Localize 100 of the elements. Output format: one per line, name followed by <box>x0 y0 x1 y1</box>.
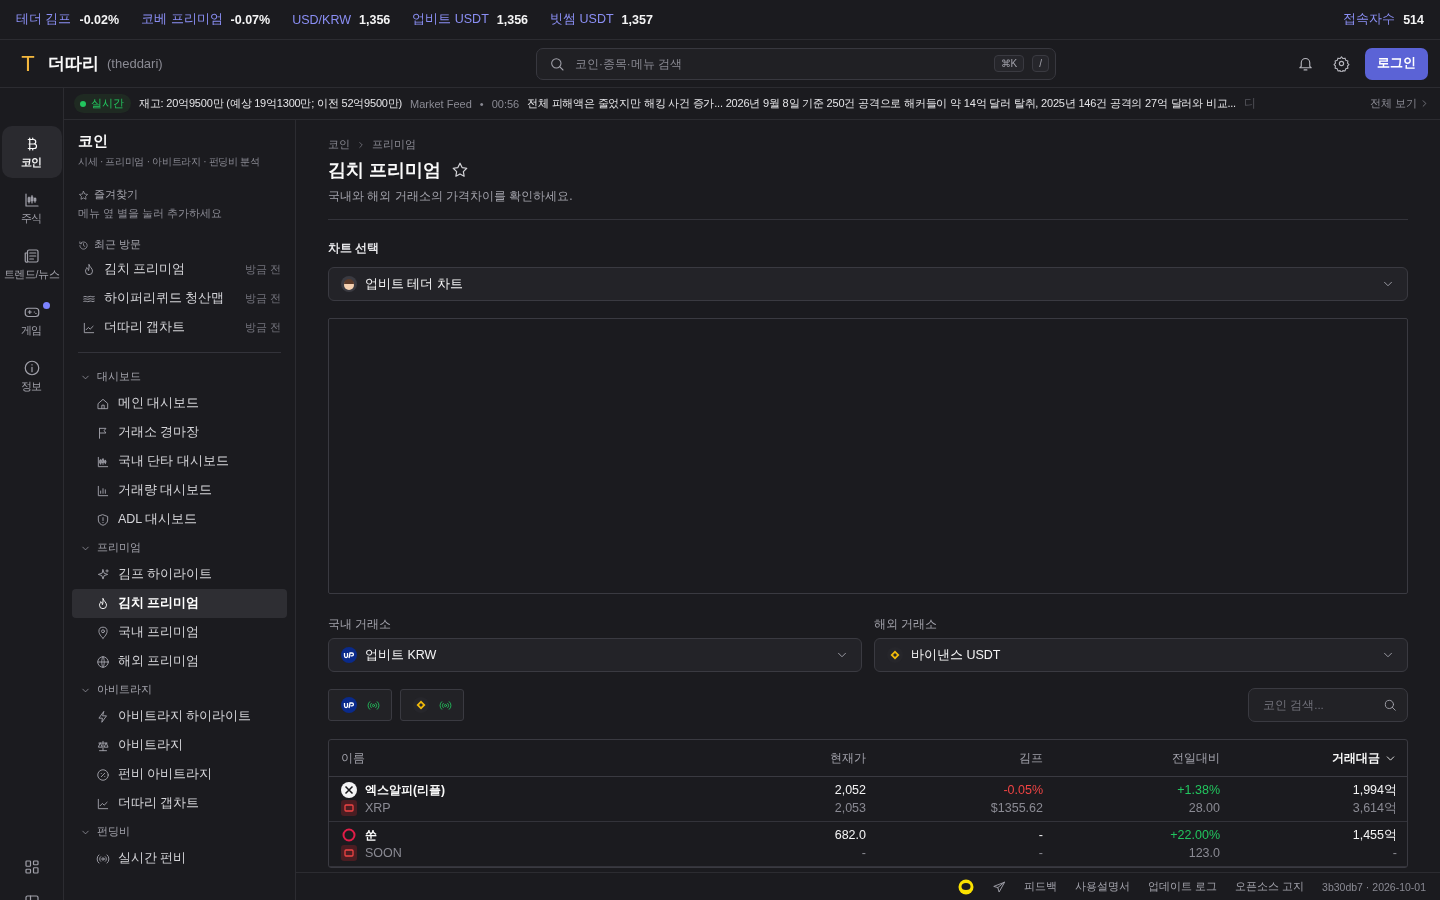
ticker-value: 1,357 <box>621 12 653 27</box>
visitors-label: 접속자수 <box>1343 11 1396 28</box>
change-cell-text: +1.38% <box>1177 782 1220 799</box>
field-label: 해외 거래소 <box>874 616 939 633</box>
price-cell-text: - <box>861 845 866 862</box>
nav-item[interactable]: ADL 대시보드 <box>72 505 287 534</box>
coin-search-field[interactable]: 코인 검색... <box>1261 689 1383 721</box>
ticker-label: 코베 프리미엄 <box>141 11 223 28</box>
nav-item[interactable]: 더따리 갭차트 <box>72 789 287 818</box>
logo[interactable]: T <box>16 49 40 78</box>
volume-cell-text: 1,455억 <box>1352 827 1397 844</box>
recent-label: 최근 방문 <box>94 238 141 252</box>
coin-name: 쑨 <box>365 827 377 844</box>
nav-item[interactable]: 펀비 아비트라지 <box>72 760 287 789</box>
brand-name: 더따리 <box>48 53 99 75</box>
visit-time: 방금 전 <box>245 262 281 277</box>
price-cell-text: $1355.62 <box>990 800 1043 817</box>
column-header[interactable]: 이름 <box>341 750 686 766</box>
news-time: 00:56 <box>491 97 520 110</box>
rail-tab[interactable]: 트렌드/뉴스 <box>1 238 62 290</box>
chart-dropdown[interactable]: 업비트 테더 차트 <box>328 267 1408 301</box>
exchange-dropdown[interactable]: 바이낸스 USDT <box>874 638 1408 672</box>
search-field[interactable]: 코인·종목·메뉴 검색 <box>573 48 986 79</box>
login-button[interactable]: 로그인 <box>1365 47 1428 80</box>
nav-item[interactable]: 실시간 펀비 <box>72 844 287 873</box>
breadcrumb-link[interactable]: 프리미엄 <box>372 138 416 152</box>
ticker-label: 업비트 USDT <box>412 11 489 28</box>
change-cell-text: 28.00 <box>1188 800 1220 817</box>
change-cell-text: 123.0 <box>1188 845 1220 862</box>
search-box[interactable]: 코인·종목·메뉴 검색 ⌘K / <box>536 47 1056 80</box>
group-header[interactable]: 프리미엄 <box>72 536 149 560</box>
ticker-value: -0.02% <box>79 12 120 27</box>
column-header[interactable]: 거래대금 <box>1220 750 1397 766</box>
nav-item[interactable]: 김치 프리미엄 <box>72 589 287 618</box>
footer-link[interactable]: 사용설명서 <box>1075 879 1131 894</box>
coin-symbol: XRP <box>365 800 391 817</box>
coin-search-box[interactable]: 코인 검색... <box>1248 688 1408 722</box>
rail-tab[interactable]: 주식 <box>1 182 62 234</box>
view-all-link[interactable]: 전체 보기 <box>1361 96 1430 111</box>
group-header[interactable]: 대시보드 <box>72 365 149 389</box>
volume-cell-text: 3,614억 <box>1352 800 1397 817</box>
news-source: Market Feed <box>410 97 472 110</box>
nav-item[interactable]: 아비트라지 하이라이트 <box>72 702 287 731</box>
page-title: 김치 프리미엄 <box>328 159 441 182</box>
nav-item[interactable]: 거래량 대시보드 <box>72 476 287 505</box>
section-title: 코인 <box>77 132 109 151</box>
price-cell-text: 2,052 <box>834 782 866 799</box>
visit-time: 방금 전 <box>245 320 281 335</box>
rail-tab[interactable]: 정보 <box>1 350 62 402</box>
price-cell-text: - <box>1038 845 1043 862</box>
coin-name: 엑스알피(리플) <box>365 782 445 799</box>
footer-link[interactable]: 업데이트 로그 <box>1148 879 1218 894</box>
nav-item[interactable]: 국내 프리미엄 <box>72 618 287 647</box>
favorites-label: 즐겨찾기 <box>94 188 138 202</box>
ticker-label: 테더 김프 <box>16 11 72 28</box>
nav-item[interactable]: 거래소 경마장 <box>72 418 287 447</box>
field-label: 국내 거래소 <box>328 616 393 633</box>
volume-cell-text: - <box>1392 845 1397 862</box>
coin-symbol: SOON <box>365 845 402 862</box>
ticker-label: 빗썸 USDT <box>550 11 614 28</box>
breadcrumb-link[interactable]: 코인 <box>328 138 350 152</box>
favorites-hint: 메뉴 옆 별을 눌러 추가하세요 <box>77 207 223 221</box>
version-info: 3b30db7 · 2026-10-01 <box>1322 880 1426 893</box>
footer-link[interactable]: 피드백 <box>1024 879 1058 894</box>
change-cell-text: +22.00% <box>1170 827 1220 844</box>
field-label: 차트 선택 <box>328 240 381 257</box>
exchange-dropdown[interactable]: 업비트 KRW <box>328 638 862 672</box>
nav-item[interactable]: 메인 대시보드 <box>72 389 287 418</box>
recent-item[interactable]: 더따리 갭차트 방금 전 <box>72 313 287 342</box>
visit-time: 방금 전 <box>245 291 281 306</box>
ticker-value: -0.07% <box>230 12 271 27</box>
nav-item[interactable]: 국내 단타 대시보드 <box>72 447 287 476</box>
recent-item[interactable]: 하이퍼리퀴드 청산맵 방금 전 <box>72 284 287 313</box>
price-cell-text: 2,053 <box>834 800 866 817</box>
live-badge: 실시간 <box>74 94 131 113</box>
rail-tab[interactable]: 게임 <box>1 294 62 346</box>
column-header[interactable]: 현재가 <box>686 750 866 766</box>
news-headline[interactable]: 재고: 20억9500만 (예상 19억1300만; 이전 52억9500만) <box>139 96 403 111</box>
rail-tab[interactable]: 코인 <box>1 126 62 178</box>
news-headline[interactable]: 전체 피해액은 줄었지만 해킹 사건 증가... 2026년 9월 8일 기준 250건 공격으로 해커들이 약 14억 달러 탈취, 2025년 146건 공격의 27억 달러와 비교... <box>527 96 1236 111</box>
premium-cell-text: - <box>1038 827 1043 844</box>
column-header[interactable]: 김프 <box>866 750 1043 766</box>
footer-link[interactable]: 오픈소스 고지 <box>1235 879 1305 894</box>
nav-item[interactable]: 해외 프리미엄 <box>72 647 287 676</box>
premium-cell-text: -0.05% <box>1003 782 1043 799</box>
shortcut-key: / <box>1032 55 1049 72</box>
ticker-label: USD/KRW <box>292 12 351 27</box>
column-header[interactable]: 전일대비 <box>1043 750 1220 766</box>
shortcut-key: ⌘K <box>993 55 1025 72</box>
nav-item[interactable]: 김프 하이라이트 <box>72 560 287 589</box>
recent-item[interactable]: 김치 프리미엄 방금 전 <box>72 255 287 284</box>
volume-cell-text: 1,994억 <box>1352 782 1397 799</box>
visitors-count: 514 <box>1403 12 1424 27</box>
brand-handle: (theddari) <box>107 56 163 71</box>
group-header[interactable]: 펀딩비 <box>72 820 138 844</box>
group-header[interactable]: 아비트라지 <box>72 678 160 702</box>
page-description: 국내와 해외 거래소의 가격차이를 확인하세요. <box>328 189 573 203</box>
nav-item[interactable]: 아비트라지 <box>72 731 287 760</box>
ticker-value: 1,356 <box>359 12 391 27</box>
price-cell-text: 682.0 <box>834 827 866 844</box>
